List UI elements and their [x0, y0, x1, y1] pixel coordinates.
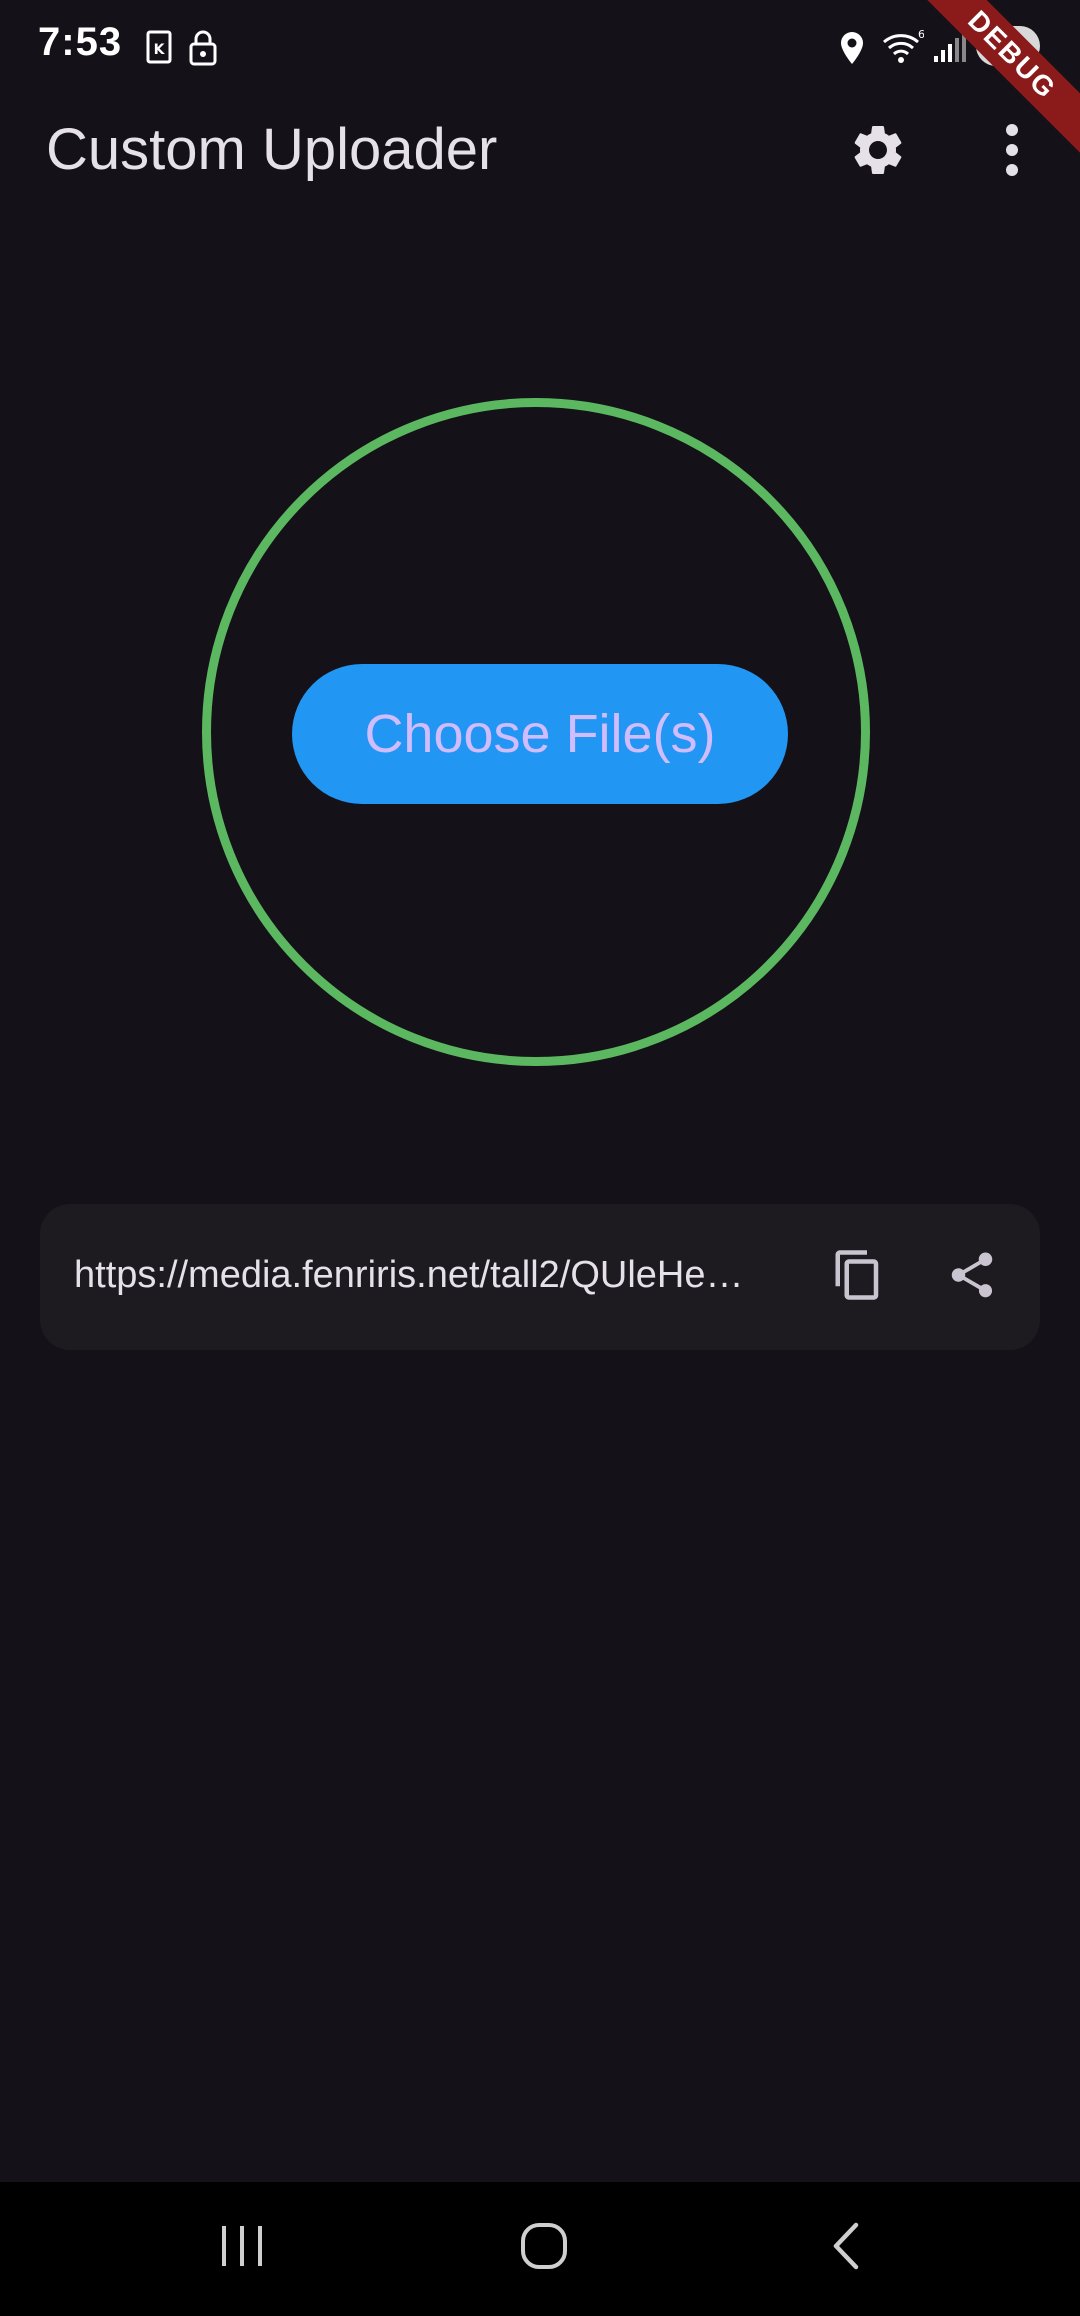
recent-apps-button[interactable]	[182, 2200, 302, 2296]
navigation-bar	[0, 2182, 1080, 2316]
settings-button[interactable]	[830, 104, 926, 200]
location-icon	[832, 28, 872, 68]
svg-text:6: 6	[918, 28, 924, 41]
more-vert-icon	[1002, 122, 1022, 183]
settings-icon	[848, 120, 908, 185]
share-icon	[945, 1248, 999, 1307]
status-time: 7:53	[38, 20, 123, 64]
back-button[interactable]	[786, 2200, 906, 2296]
status-bar: 7:53 K 6	[0, 0, 1080, 92]
wifi-icon: 6	[880, 28, 925, 68]
share-url-button[interactable]	[924, 1229, 1020, 1325]
copy-url-button[interactable]	[810, 1229, 906, 1325]
uploaded-url[interactable]: https://media.fenriris.net/tall2/QUleHe…	[74, 1254, 844, 1297]
svg-text:K: K	[154, 42, 166, 58]
app-title: Custom Uploader	[46, 117, 498, 182]
result-url-card: https://media.fenriris.net/tall2/QUleHe…	[40, 1204, 1040, 1350]
home-button[interactable]	[484, 2200, 604, 2296]
more-options-button[interactable]	[964, 104, 1060, 200]
back-icon	[828, 2221, 864, 2276]
home-icon	[519, 2221, 569, 2276]
copy-icon	[831, 1248, 885, 1307]
choose-files-button[interactable]: Choose File(s)	[292, 664, 788, 804]
recent-apps-icon	[217, 2224, 267, 2273]
lock-icon	[184, 28, 224, 68]
app-bar: Custom Uploader	[0, 92, 1080, 214]
sim-card-icon: K	[140, 28, 180, 68]
choose-files-label: Choose File(s)	[364, 704, 716, 764]
